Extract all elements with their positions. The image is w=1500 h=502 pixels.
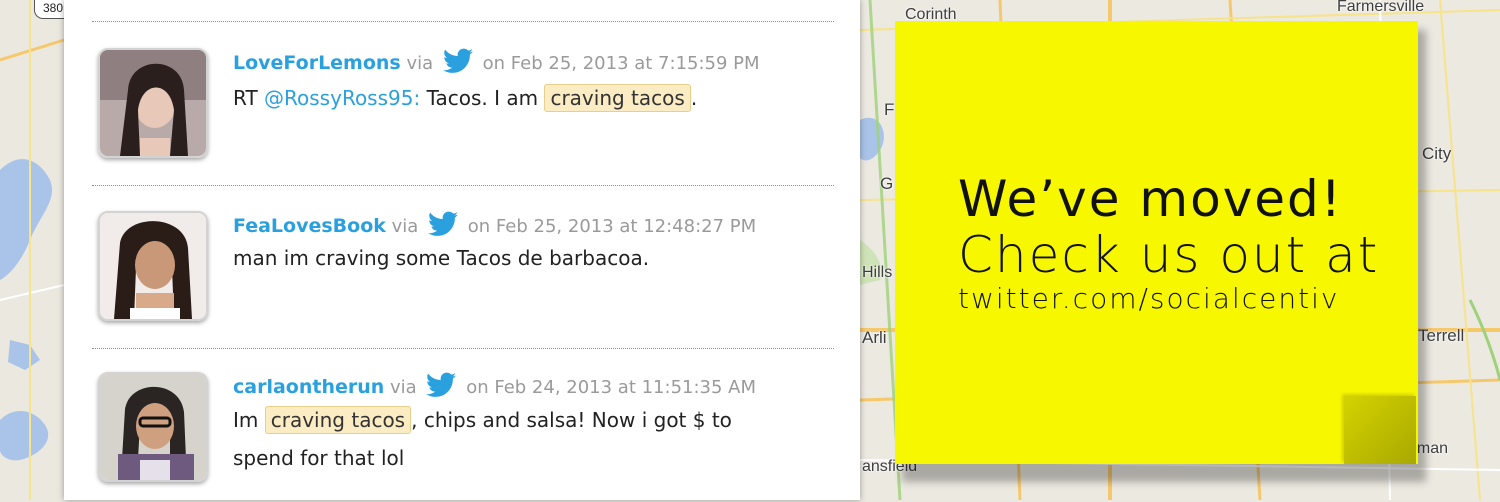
map-label-g: G — [880, 174, 894, 193]
tweet-text-part: . — [690, 86, 698, 110]
avatar[interactable] — [98, 211, 208, 321]
username-link[interactable]: FeaLovesBook — [233, 215, 386, 237]
note-subheadline: Check us out at — [958, 226, 1380, 284]
via-label: via — [390, 377, 417, 398]
tweet-text-part: , chips and salsa! Now i got $ to — [411, 408, 732, 432]
map-label-city: City — [1422, 144, 1452, 163]
tweet-text: Im craving tacos, chips and salsa! Now i… — [233, 401, 803, 477]
via-label: via — [391, 216, 419, 237]
tweet-item: LoveForLemons via on Feb 25, 2013 at 7:1… — [64, 48, 860, 178]
divider — [92, 185, 834, 186]
tweet-item: FeaLovesBook via on Feb 25, 2013 at 12:4… — [64, 211, 860, 341]
username-link[interactable]: carlaontherun — [233, 376, 384, 398]
divider — [92, 348, 834, 349]
map-label-hills: Hills — [862, 264, 893, 281]
avatar[interactable] — [98, 48, 208, 158]
tweet-text: man im craving some Tacos de barbacoa. — [233, 246, 650, 270]
note-headline: We’ve moved! — [958, 170, 1343, 228]
divider — [92, 21, 834, 22]
keyword-highlight: craving tacos — [544, 84, 691, 112]
twitter-bird-icon — [442, 48, 473, 79]
tweet-item: carlaontherun via on Feb 24, 2013 at 11:… — [64, 372, 860, 502]
tweet-text-part: Im — [233, 408, 259, 432]
avatar[interactable] — [98, 372, 208, 482]
twitter-bird-icon — [428, 211, 459, 242]
sticky-note-curl — [1344, 396, 1416, 464]
mention-link[interactable]: @RossyRoss95: — [264, 86, 420, 110]
map-label-farmersville: Farmersville — [1337, 0, 1425, 15]
keyword-highlight: craving tacos — [264, 406, 412, 434]
tweet-header: carlaontherun via on Feb 24, 2013 at 11:… — [233, 372, 756, 403]
tweet-text-part: Tacos. I am — [426, 86, 539, 110]
tweet-timestamp[interactable]: on Feb 24, 2013 at 11:51:35 AM — [466, 377, 756, 398]
note-link-text[interactable]: twitter.com/socialcentiv — [958, 282, 1339, 315]
tweet-header: LoveForLemons via on Feb 25, 2013 at 7:1… — [233, 48, 760, 79]
via-label: via — [406, 53, 434, 74]
twitter-bird-icon — [426, 372, 457, 403]
tweet-timestamp[interactable]: on Feb 25, 2013 at 12:48:27 PM — [468, 216, 756, 237]
map-label-f: F — [884, 100, 895, 119]
username-link[interactable]: LoveForLemons — [233, 52, 401, 74]
tweet-text: RT @RossyRoss95: Tacos. I am craving tac… — [233, 79, 803, 117]
tweet-text-part: spend for that lol — [233, 446, 405, 470]
tweet-timestamp[interactable]: on Feb 25, 2013 at 7:15:59 PM — [483, 53, 760, 74]
tweet-header: FeaLovesBook via on Feb 25, 2013 at 12:4… — [233, 211, 756, 242]
map-label-arlington: Arli — [862, 328, 887, 347]
rt-label: RT — [233, 86, 258, 110]
tweet-feed-panel: LoveForLemons via on Feb 25, 2013 at 7:1… — [64, 0, 860, 500]
